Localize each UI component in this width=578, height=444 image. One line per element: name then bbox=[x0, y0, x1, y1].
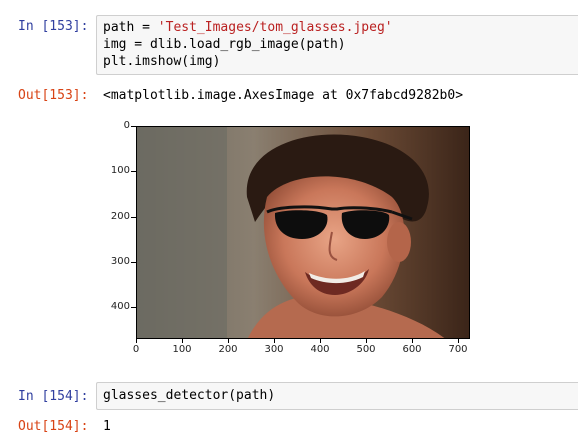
y-tick-label: 200 bbox=[110, 211, 130, 222]
x-tick-label: 100 bbox=[172, 344, 192, 355]
y-tick-mark bbox=[131, 171, 136, 172]
plot-axes bbox=[136, 126, 470, 339]
cell-154-out-prompt: Out[154]: bbox=[18, 419, 89, 434]
x-tick-label: 0 bbox=[132, 344, 140, 355]
y-tick-mark bbox=[131, 307, 136, 308]
x-tick-label: 600 bbox=[402, 344, 422, 355]
code-line: glasses_detector(path) bbox=[103, 388, 276, 403]
x-tick-mark bbox=[136, 339, 137, 343]
cell-154-code-editor[interactable]: glasses_detector(path) bbox=[96, 382, 578, 410]
code-line: img = dlib.load_rgb_image(path) bbox=[103, 37, 346, 52]
x-tick-mark bbox=[458, 339, 459, 343]
cell-154-output-text: 1 bbox=[103, 419, 111, 434]
cell-153-in-prompt: In [153]: bbox=[18, 19, 89, 34]
x-tick-mark bbox=[228, 339, 229, 343]
cell-154-in-prompt: In [154]: bbox=[18, 389, 89, 404]
y-tick-label: 400 bbox=[110, 301, 130, 312]
y-tick-mark bbox=[131, 217, 136, 218]
x-tick-label: 200 bbox=[218, 344, 238, 355]
y-tick-label: 0 bbox=[123, 120, 130, 131]
y-tick-label: 300 bbox=[110, 256, 130, 267]
code-line: path = 'Test_Images/tom_glasses.jpeg' bbox=[103, 20, 393, 35]
x-tick-mark bbox=[274, 339, 275, 343]
x-tick-mark bbox=[412, 339, 413, 343]
x-tick-mark bbox=[320, 339, 321, 343]
x-tick-label: 300 bbox=[264, 344, 284, 355]
portrait-image bbox=[137, 127, 469, 338]
y-tick-label: 100 bbox=[110, 165, 130, 176]
cell-153-output-text: <matplotlib.image.AxesImage at 0x7fabcd9… bbox=[103, 88, 464, 103]
x-tick-mark bbox=[366, 339, 367, 343]
x-tick-label: 700 bbox=[448, 344, 468, 355]
x-tick-label: 400 bbox=[310, 344, 330, 355]
x-tick-label: 500 bbox=[356, 344, 376, 355]
y-tick-mark bbox=[131, 126, 136, 127]
cell-153-code-editor[interactable]: path = 'Test_Images/tom_glasses.jpeg' im… bbox=[96, 15, 578, 75]
cell-153-out-prompt: Out[153]: bbox=[18, 88, 89, 103]
y-tick-mark bbox=[131, 262, 136, 263]
x-tick-mark bbox=[182, 339, 183, 343]
code-line: plt.imshow(img) bbox=[103, 54, 221, 69]
